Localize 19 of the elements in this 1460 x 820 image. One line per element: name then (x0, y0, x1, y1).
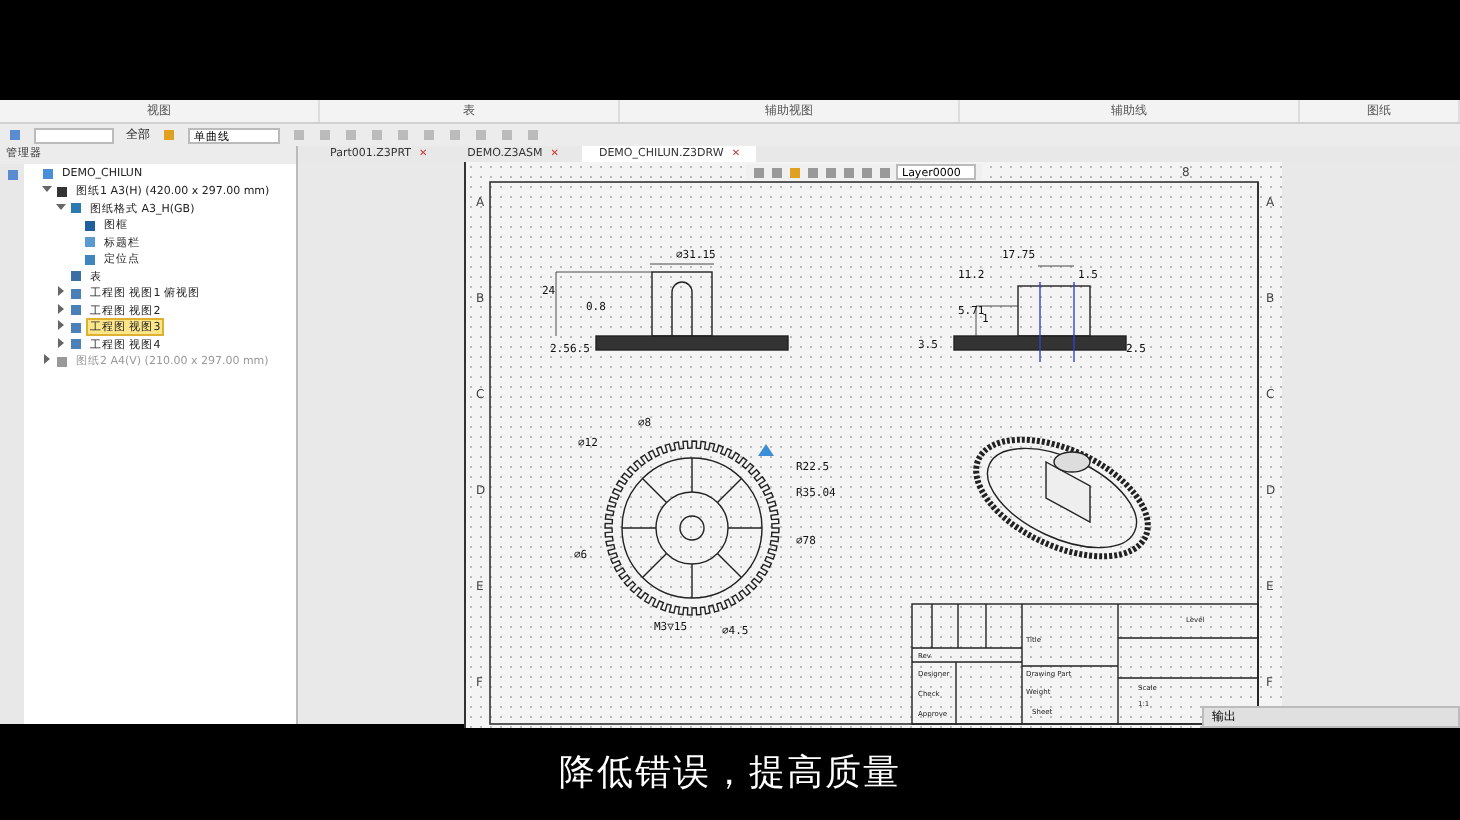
tree-node-icon (70, 202, 82, 215)
tree-node-icon (70, 321, 82, 334)
tree-node-icon (84, 219, 96, 232)
expand-toggle-icon[interactable] (56, 337, 66, 352)
manager-icon[interactable] (5, 168, 19, 182)
subtitle-caption: 降低错误，提高质量 (559, 750, 901, 796)
tree-node-icon (56, 355, 68, 368)
tree-node-icon (56, 185, 68, 198)
tree-node-icon (70, 270, 82, 283)
tree-node-icon (84, 253, 96, 266)
tree-node-icon (70, 287, 82, 300)
app-icon[interactable] (8, 128, 22, 142)
tree-node-icon (84, 236, 96, 249)
tree-node-icon (42, 168, 54, 181)
curve-icon[interactable] (162, 128, 176, 142)
tree-node-icon (70, 338, 82, 351)
anchor-marker-icon (758, 444, 774, 456)
tree-node-icon (70, 304, 82, 317)
selector-field[interactable] (34, 127, 114, 143)
